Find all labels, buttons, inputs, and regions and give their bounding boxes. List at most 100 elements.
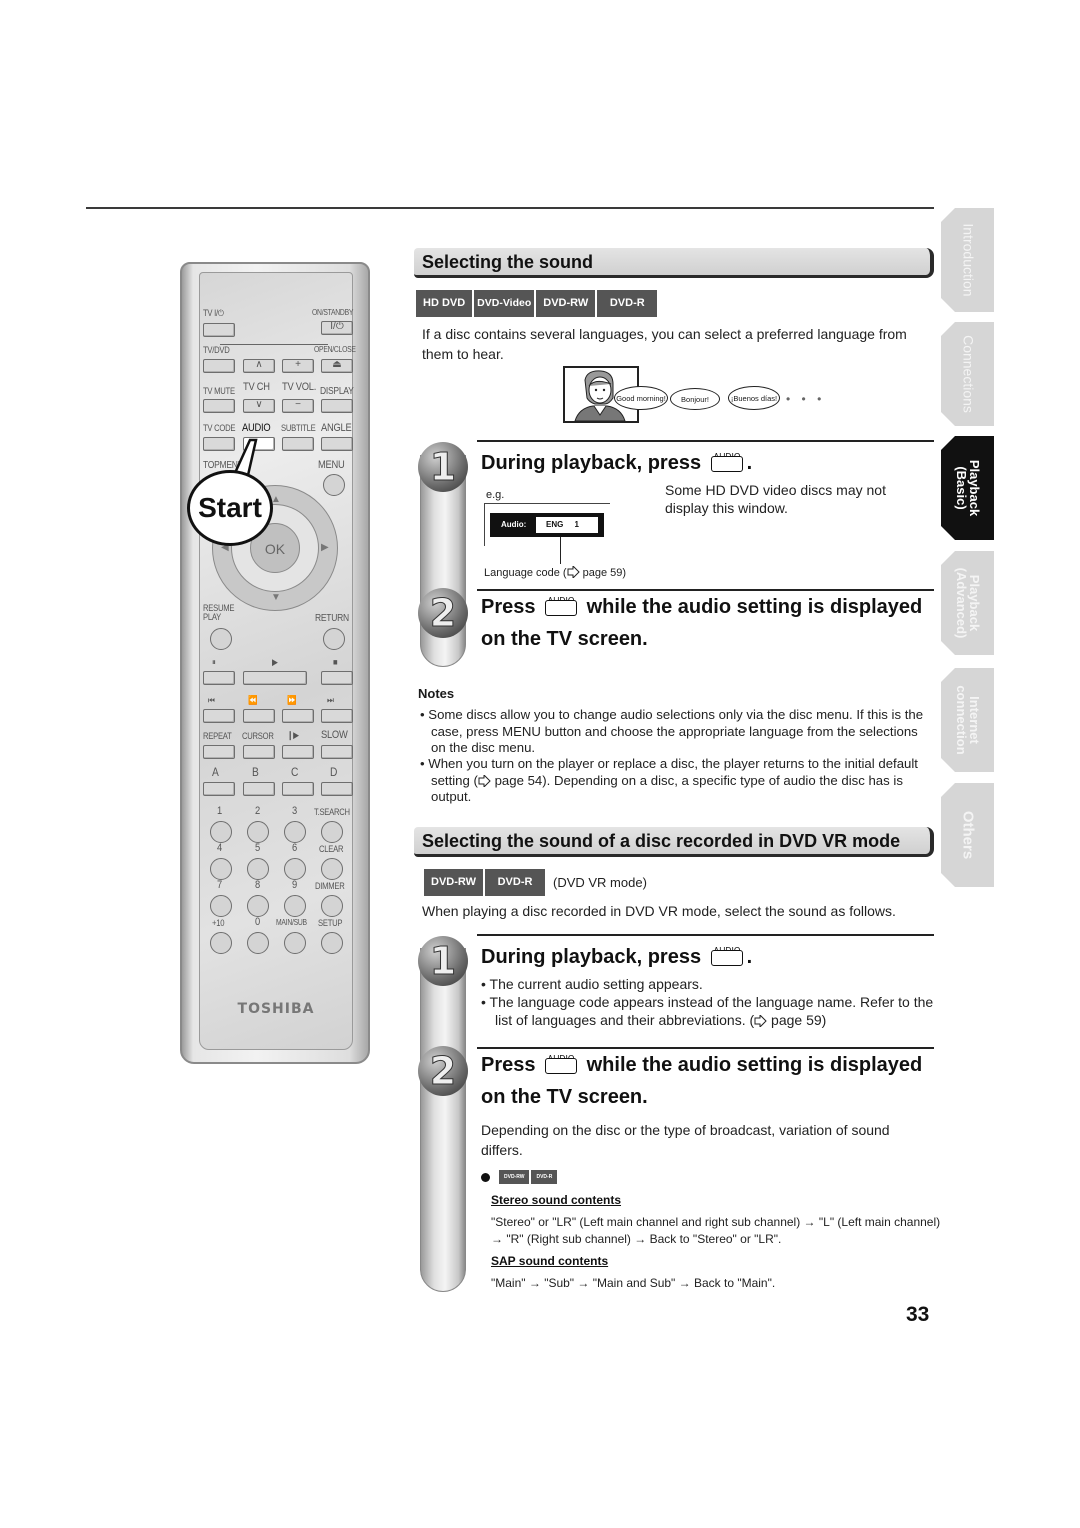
step-2-vr-title-text: Press bbox=[481, 1054, 536, 1076]
pause-icon: ⏸ bbox=[212, 657, 216, 667]
chevron-up-icon: ∧ bbox=[255, 359, 263, 370]
top-rule bbox=[86, 207, 934, 209]
label-subtitle: SUBTITLE bbox=[281, 423, 316, 433]
tv-power-button bbox=[203, 323, 235, 337]
step-1-rule bbox=[477, 440, 934, 442]
section-header-selecting-sound: Selecting the sound bbox=[414, 248, 934, 278]
stop-button bbox=[321, 671, 353, 685]
step-1-vr-title-text: During playback, press bbox=[481, 946, 702, 968]
step-1-title: During playback, press AUDIO. bbox=[481, 447, 752, 479]
step-2-badge-vr: 2 bbox=[418, 1046, 468, 1096]
page-reference-arrow-icon bbox=[478, 774, 491, 787]
arrow-down-icon: ▼ bbox=[271, 592, 281, 603]
minus-icon: − bbox=[295, 399, 301, 410]
fast-forward-button bbox=[282, 709, 314, 723]
audio-key-icon: AUDIO bbox=[543, 1054, 579, 1075]
language-code-caption: Language code ( page 59) bbox=[484, 566, 626, 579]
mini-disc-tag-dvd-rw: DVD-RW bbox=[499, 1170, 530, 1184]
remote-divider bbox=[220, 344, 328, 345]
tab-label: Internet connection bbox=[953, 685, 982, 755]
label-main-sub: MAIN/SUB bbox=[276, 918, 307, 927]
tab-label: Playback (Basic) bbox=[953, 459, 982, 517]
tab-playback-basic[interactable]: Playback (Basic) bbox=[941, 436, 994, 540]
pause-button bbox=[203, 671, 235, 685]
caption-text: Language code ( bbox=[484, 567, 567, 579]
tab-internet-connection[interactable]: Internet connection bbox=[941, 668, 994, 772]
num-4-button bbox=[210, 858, 232, 880]
mini-disc-row: DVD-RW DVD-R bbox=[499, 1170, 558, 1184]
label-b: B bbox=[252, 765, 259, 779]
audio-key-icon: AUDIO bbox=[543, 596, 579, 617]
section-header-dvd-vr-mode: Selecting the sound of a disc recorded i… bbox=[414, 827, 934, 857]
bullet-text: • The language code appears instead of t… bbox=[481, 994, 934, 1028]
label-4: 4 bbox=[217, 842, 222, 854]
rewind-icon: ⏪ bbox=[248, 695, 258, 705]
label-on-standby: ON/STANDBY bbox=[312, 308, 354, 317]
arrow-right-icon: ▶ bbox=[321, 542, 329, 553]
label-tv-mute: TV MUTE bbox=[203, 386, 235, 396]
audio-key-icon: AUDIO bbox=[709, 452, 745, 473]
start-callout: Start bbox=[187, 470, 273, 546]
frame-advance-button bbox=[282, 745, 314, 759]
tab-others[interactable]: Others bbox=[941, 783, 994, 887]
disc-tag-dvd-rw: DVD-RW bbox=[424, 869, 484, 896]
key-box bbox=[710, 950, 743, 966]
step-2-title-vr: Press AUDIO while the audio setting is d… bbox=[481, 1049, 922, 1081]
label-cursor: CURSOR bbox=[242, 731, 274, 741]
disc-tag-dvd-video: DVD-Video bbox=[474, 290, 535, 317]
page-reference-arrow-icon bbox=[567, 566, 580, 578]
caption-page-ref[interactable]: page 59) bbox=[580, 567, 626, 579]
notes-heading: Notes bbox=[418, 686, 455, 701]
remote-control-illustration: TV I/⏻ ON/STANDBY I/⏻ TV/DVD OPEN/CLOSE … bbox=[180, 262, 370, 1064]
cursor-button bbox=[243, 745, 275, 759]
label-t-search: T.SEARCH bbox=[314, 807, 350, 817]
bullet-item: • The current audio setting appears. bbox=[481, 976, 703, 992]
note-item-2: • When you turn on the player or replace… bbox=[420, 756, 936, 806]
skip-forward-icon: ⏭ bbox=[327, 695, 334, 705]
t-search-button bbox=[321, 821, 343, 843]
tab-introduction[interactable]: Introduction bbox=[941, 208, 994, 312]
rewind-button bbox=[243, 709, 275, 723]
step-1-title-text: During playback, press bbox=[481, 452, 702, 474]
label-c: C bbox=[291, 765, 299, 779]
speech-bubble-english: Good morning! bbox=[614, 386, 668, 410]
bullet-page-ref[interactable]: page 59) bbox=[767, 1012, 826, 1028]
main-sub-button bbox=[284, 932, 306, 954]
step-rail-section2 bbox=[420, 948, 466, 1292]
speech-bubble-spanish: ¡Buenos días! bbox=[728, 386, 780, 410]
angle-button bbox=[321, 437, 353, 451]
num-6-button bbox=[284, 858, 306, 880]
label-a: A bbox=[212, 765, 219, 779]
sap-heading: SAP sound contents bbox=[491, 1254, 609, 1268]
num-5-button bbox=[247, 858, 269, 880]
tab-connections[interactable]: Connections bbox=[941, 322, 994, 426]
label-5: 5 bbox=[255, 842, 260, 854]
c-button bbox=[282, 782, 314, 796]
step-1-badge: 1 bbox=[418, 442, 468, 492]
label-9: 9 bbox=[292, 879, 297, 891]
num-9-button bbox=[284, 895, 306, 917]
label-repeat: REPEAT bbox=[203, 731, 232, 741]
mini-disc-tag-dvd-r: DVD-R bbox=[531, 1170, 558, 1184]
step-1-vr-title-end: . bbox=[746, 946, 753, 968]
step-1-badge-vr: 1 bbox=[418, 936, 468, 986]
on-standby-button: I/⏻ bbox=[321, 321, 353, 335]
chevron-down-icon: ∨ bbox=[255, 399, 263, 410]
label-7: 7 bbox=[217, 879, 222, 891]
label-1: 1 bbox=[217, 805, 222, 817]
osd-leader-line bbox=[560, 537, 561, 564]
eg-label: e.g. bbox=[486, 489, 505, 501]
frame-advance-icon: ❙▶ bbox=[287, 730, 299, 740]
power-icon: I/⏻ bbox=[330, 321, 344, 332]
skip-back-button bbox=[203, 709, 235, 723]
tab-label: Connections bbox=[960, 335, 976, 413]
a-button bbox=[203, 782, 235, 796]
label-clear: CLEAR bbox=[319, 844, 344, 854]
disc-type-row: HD DVD DVD-Video DVD-RW DVD-R bbox=[416, 290, 658, 317]
tab-playback-advanced[interactable]: Playback (Advanced) bbox=[941, 551, 994, 655]
setup-button bbox=[321, 932, 343, 954]
bullet-item: • The language code appears instead of t… bbox=[481, 993, 936, 1029]
label-setup: SETUP bbox=[318, 918, 343, 928]
toshiba-logo: TOSHIBA bbox=[237, 1001, 315, 1017]
step-2-vr-title-rest: while the audio setting is displayed bbox=[586, 1054, 923, 1076]
